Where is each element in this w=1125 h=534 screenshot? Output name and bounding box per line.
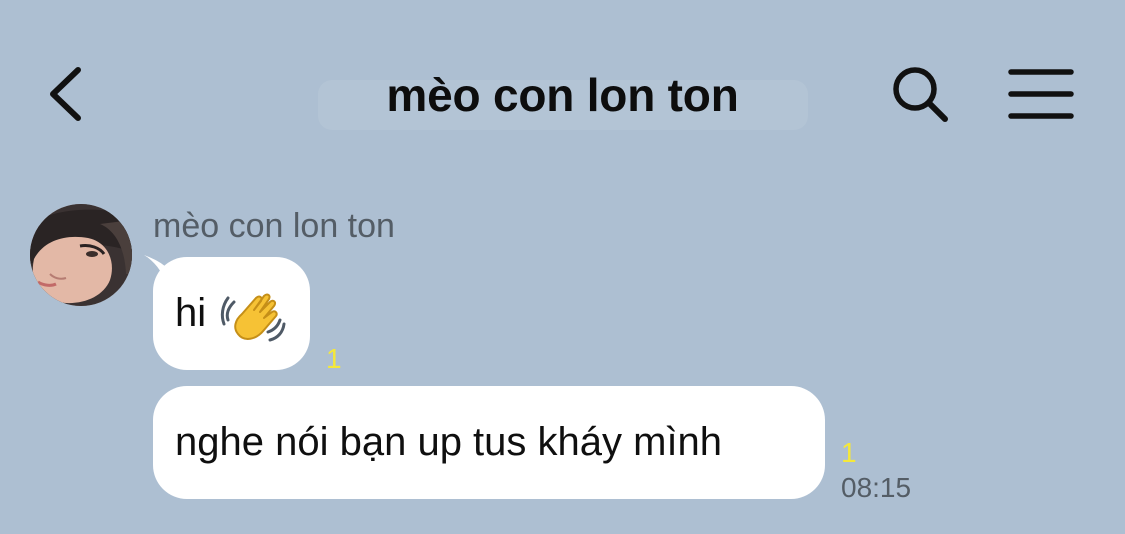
bubble-tail [144,255,174,283]
unread-count: 1 [326,343,342,374]
chat-header: mèo con lon ton [0,0,1125,170]
chevron-left-icon [50,67,81,121]
message-text: nghe nói bạn up tus kháy mình [175,420,723,464]
unread-count: 1 [841,437,857,468]
menu-button[interactable] [1006,66,1076,122]
profile-photo [30,204,132,306]
message-text: hi [175,291,207,335]
waving-hand-icon [220,293,286,342]
sender-name: mèo con lon ton [153,207,395,245]
back-button[interactable] [40,62,100,126]
hamburger-menu-icon [1008,69,1074,119]
search-icon [893,67,948,122]
chat-title: mèo con lon ton [386,69,739,121]
message-bubble[interactable]: nghe nói bạn up tus kháy mình [153,386,825,499]
avatar[interactable] [30,204,132,306]
message-timestamp: 08:15 [841,472,912,503]
search-button[interactable] [888,62,952,126]
